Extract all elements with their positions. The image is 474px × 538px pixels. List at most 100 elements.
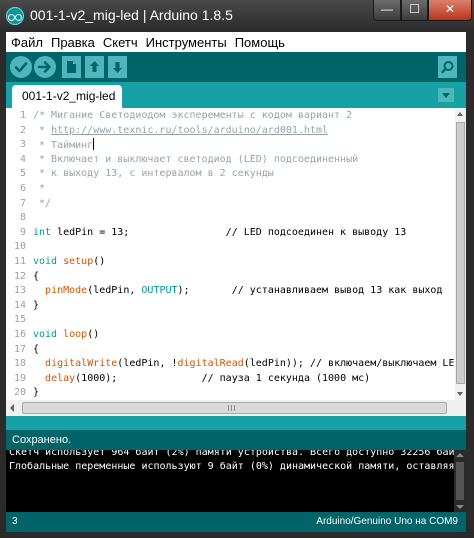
line-number: 19 <box>13 372 26 384</box>
menu-sketch[interactable]: Скетч <box>100 35 141 50</box>
inline-comment: // LED подсоединен к выводу 13 <box>225 226 407 238</box>
comment-text: * к выходу 13, с интервалом в 2 секунды <box>33 168 274 180</box>
tab-sketch[interactable]: 001-1-v2_mig-led <box>12 85 122 108</box>
magnifier-icon <box>441 61 454 74</box>
upload-button[interactable] <box>34 56 56 78</box>
tab-menu-dropdown-icon[interactable] <box>438 88 454 102</box>
editor-horizontal-scrollbar[interactable] <box>6 400 455 416</box>
code-line: 3 * Тайминг <box>6 138 455 153</box>
line-number: 17 <box>13 343 26 355</box>
upload-icon <box>37 61 51 73</box>
console-scroll-thumb[interactable] <box>456 462 464 500</box>
comment-text: /* Мигание Светодиодом эксперементы с ко… <box>33 110 353 121</box>
code-token: (ledPin, ! <box>117 358 178 370</box>
code-token: ); <box>177 285 232 297</box>
code-line: 1 /* Мигание Светодиодом эксперементы с к… <box>6 109 455 124</box>
function-name: digitalWrite <box>45 358 118 370</box>
function-name: delay <box>45 372 76 384</box>
code-line: 2 * http://www.texnic.ru/tools/arduino/a… <box>6 124 455 139</box>
scroll-down-arrow-icon[interactable] <box>457 392 463 396</box>
code-text: * http://www.texnic.ru/tools/arduino/ard… <box>33 124 328 139</box>
line-number: 18 <box>13 358 26 370</box>
line-number: 4 <box>19 153 26 165</box>
line-number: 6 <box>19 183 26 194</box>
code-line: 20} <box>6 386 455 400</box>
code-line: 10 <box>6 240 455 255</box>
code-line: 4 * Включает и выключает светодиод (LED)… <box>6 153 455 168</box>
code-line: 16 void loop() <box>6 328 455 343</box>
code-token: () <box>93 256 106 267</box>
code-token: } <box>33 387 40 399</box>
line-number: 3 <box>19 139 26 151</box>
close-button[interactable]: ✕ <box>428 0 472 21</box>
code-editor[interactable]: 1 /* Мигание Светодиодом эксперементы с к… <box>6 108 455 400</box>
comment-text: * <box>33 124 52 136</box>
console-scroll-down-icon[interactable] <box>456 505 464 509</box>
inline-comment: // устанавливаем вывод 13 как выход <box>231 285 443 297</box>
console-scrollbar[interactable] <box>454 450 466 512</box>
line-number: 8 <box>19 212 26 224</box>
arduino-logo-icon <box>6 7 24 25</box>
open-sketch-button[interactable] <box>85 56 104 78</box>
menu-tools[interactable]: Инструменты <box>143 35 230 50</box>
text-cursor <box>93 138 95 151</box>
line-number: 2 <box>19 124 26 136</box>
code-text: /* Мигание Светодиодом эксперементы с ко… <box>33 109 352 124</box>
new-sketch-button[interactable] <box>62 56 81 78</box>
line-number: 9 <box>19 226 26 238</box>
maximize-button[interactable]: ☐ <box>401 0 428 21</box>
editor-console-divider[interactable] <box>6 416 466 430</box>
verify-button[interactable] <box>10 56 32 78</box>
code-token: (1000); <box>75 372 202 384</box>
scrollbar-corner <box>455 400 466 416</box>
status-bar: Сохранено. <box>6 430 466 450</box>
code-text: void setup() <box>33 255 105 270</box>
code-token: (ledPin)); <box>243 358 310 370</box>
line-number: 11 <box>13 256 26 267</box>
horizontal-scroll-thumb[interactable] <box>22 402 447 414</box>
line-number: 5 <box>19 168 26 180</box>
scroll-left-arrow-icon[interactable] <box>10 404 14 412</box>
menu-help[interactable]: Помощь <box>232 35 288 50</box>
code-line: 19 delay(1000); // пауза 1 секунда (1000… <box>6 372 455 387</box>
comment-text: * <box>33 183 46 194</box>
current-line-number: 3 <box>12 516 18 527</box>
constant: OUTPUT <box>141 285 178 297</box>
comment-text: * Тайминг <box>33 140 94 152</box>
console-line: Глобальные переменные используют 9 байт … <box>9 461 466 472</box>
line-number: 16 <box>13 329 26 340</box>
window-title: 001-1-v2_mig-led | Arduino 1.8.5 <box>30 7 233 23</box>
code-text: { <box>33 270 39 285</box>
function-name: loop <box>57 329 88 340</box>
menu-file[interactable]: Файл <box>8 35 46 50</box>
window-title-bar[interactable]: 001-1-v2_mig-led | Arduino 1.8.5 — ☐ ✕ <box>0 0 474 32</box>
minimize-button[interactable]: — <box>373 0 401 21</box>
console-scroll-up-icon[interactable] <box>456 453 464 457</box>
code-text: { <box>33 343 39 358</box>
function-name: digitalRead <box>177 358 244 370</box>
save-sketch-button[interactable] <box>108 56 127 78</box>
line-number: 13 <box>13 285 26 297</box>
code-text: pinMode(ledPin, OUTPUT); // устанавливае… <box>33 284 442 299</box>
code-token: { <box>33 343 40 355</box>
editor-vertical-scrollbar[interactable] <box>455 108 466 400</box>
code-line: 5 * к выходу 13, с интервалом в 2 секунд… <box>6 167 455 182</box>
toolbar <box>6 52 466 82</box>
code-text: void loop() <box>33 328 99 343</box>
code-line: 7 */ <box>6 197 455 212</box>
keyword: int <box>33 226 52 238</box>
line-number: 7 <box>19 197 26 209</box>
code-line: 9 int ledPin = 13; // LED подсоединен к в… <box>6 226 455 241</box>
line-number: 20 <box>13 387 26 399</box>
menu-bar: Файл Правка Скетч Инструменты Помощь <box>6 32 466 52</box>
scroll-up-arrow-icon[interactable] <box>457 112 463 116</box>
menu-edit[interactable]: Правка <box>48 35 98 50</box>
console-output[interactable]: Скетч использует 964 байт (2%) памяти ус… <box>6 450 466 512</box>
code-token: { <box>33 270 40 282</box>
code-line: 18 digitalWrite(ledPin, !digitalRead(led… <box>6 357 455 372</box>
line-number: 12 <box>13 270 26 282</box>
comment-text: * Включает и выключает светодиод (LED) п… <box>33 153 359 165</box>
vertical-scroll-thumb[interactable] <box>456 122 465 384</box>
serial-monitor-button[interactable] <box>438 56 457 78</box>
